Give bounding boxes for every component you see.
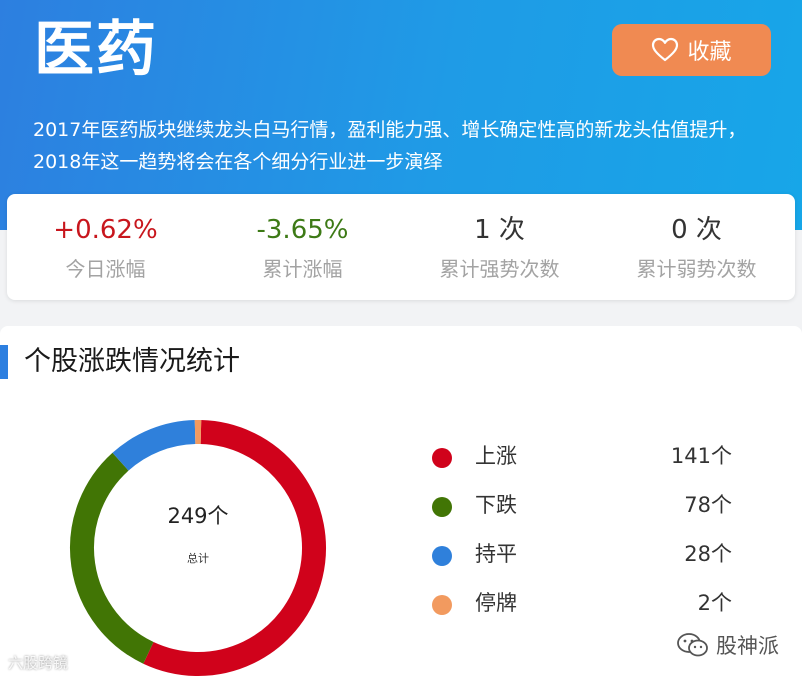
- donut-chart: 249个 总计: [62, 412, 334, 679]
- watermark-left-text: 六股跨镜: [8, 654, 69, 672]
- stat-today-change: +0.62% 今日涨幅: [7, 194, 204, 300]
- legend-dot: [432, 546, 452, 566]
- legend-item-down: 下跌 78个: [432, 487, 742, 536]
- legend-item-suspended: 停牌 2个: [432, 585, 742, 634]
- legend-dot: [432, 595, 452, 615]
- donut-total: 249个: [167, 504, 229, 528]
- stat-label: 累计强势次数: [439, 257, 560, 281]
- page-title: 医药: [34, 15, 158, 85]
- legend: 上涨 141个 下跌 78个 持平 28个 停牌 2个: [432, 438, 742, 634]
- watermark-right-text: 股神派: [716, 634, 779, 658]
- legend-item-up: 上涨 141个: [432, 438, 742, 487]
- stat-value: 1 次: [474, 215, 525, 245]
- donut-slice-0: [143, 420, 326, 676]
- donut-slice-2: [112, 420, 196, 471]
- legend-dot: [432, 448, 452, 468]
- stat-label: 今日涨幅: [65, 257, 146, 281]
- legend-item-flat: 持平 28个: [432, 536, 742, 585]
- legend-count: 28个: [684, 542, 732, 566]
- legend-label: 上涨: [475, 444, 517, 468]
- legend-label: 持平: [475, 542, 517, 566]
- legend-dot: [432, 497, 452, 517]
- stat-strong-count: 1 次 累计强势次数: [401, 194, 598, 300]
- sector-description: 2017年医药版块继续龙头白马行情，盈利能力强、增长确定性高的新龙头估值提升，2…: [33, 119, 747, 173]
- donut-total-label: 总计: [187, 552, 209, 565]
- heart-outline-icon: [652, 37, 679, 62]
- section-title: 个股涨跌情况统计: [24, 346, 240, 377]
- stat-value: -3.65%: [256, 215, 349, 245]
- stat-label: 累计弱势次数: [636, 257, 757, 281]
- donut-svg: [70, 420, 326, 676]
- legend-count: 2个: [697, 591, 732, 615]
- legend-count: 141个: [670, 444, 732, 468]
- watermark-right: 股神派: [676, 630, 779, 660]
- stat-value: +0.62%: [53, 215, 158, 245]
- distribution-card: 个股涨跌情况统计 249个 总计 上涨 141个 下跌 78个 持平 28个 停…: [0, 326, 802, 679]
- stats-card: +0.62% 今日涨幅 -3.65% 累计涨幅 1 次 累计强势次数 0 次 累…: [7, 194, 795, 300]
- favorite-label: 收藏: [687, 40, 732, 65]
- section-accent-bar: [0, 345, 8, 379]
- wechat-icon: [677, 633, 708, 657]
- legend-label: 停牌: [475, 591, 517, 615]
- stat-weak-count: 0 次 累计弱势次数: [598, 194, 795, 300]
- legend-label: 下跌: [475, 493, 517, 517]
- favorite-button[interactable]: 收藏: [612, 24, 771, 76]
- stat-value: 0 次: [671, 215, 722, 245]
- legend-count: 78个: [684, 493, 732, 517]
- stat-label: 累计涨幅: [262, 257, 343, 281]
- watermark-left: 六股跨镜: [8, 652, 68, 673]
- stat-cumulative-change: -3.65% 累计涨幅: [204, 194, 401, 300]
